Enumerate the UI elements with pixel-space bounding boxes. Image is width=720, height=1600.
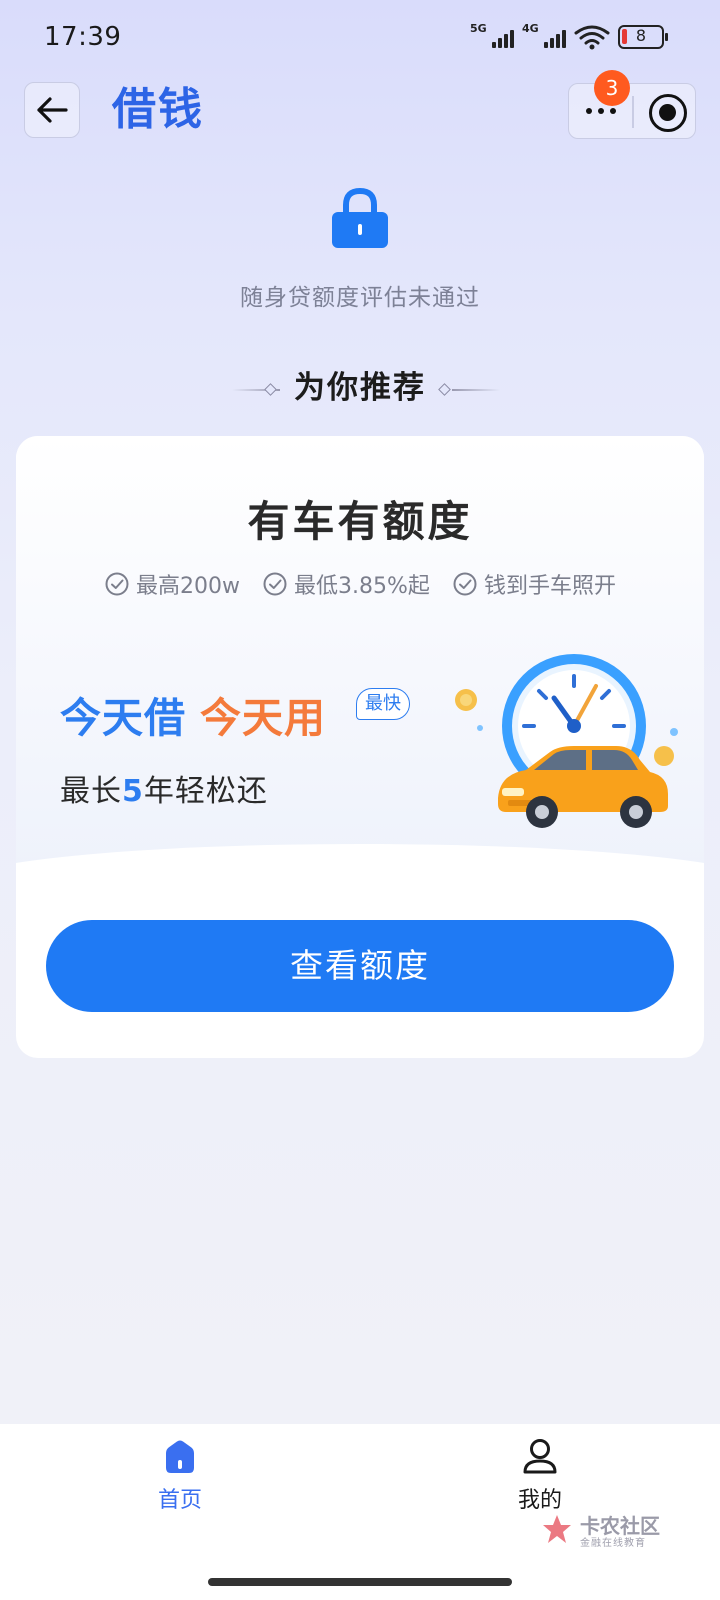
status-bar: 17:39 5G 4G 8 (0, 0, 720, 76)
assessment-status-text: 随身贷额度评估未通过 (240, 285, 480, 311)
watermark-subtext: 金融在线教育 (580, 1538, 646, 1549)
feature-item: 最低3.85%起 (262, 568, 430, 600)
tab-home-label: 首页 (157, 1488, 202, 1513)
tab-mine[interactable]: 我的 (480, 1436, 600, 1514)
watermark: 卡农社区 金融在线教育 (540, 1510, 670, 1550)
recommend-heading-text: 为你推荐 (294, 370, 426, 406)
battery-icon: 8 (618, 25, 668, 49)
status-icons: 5G 4G 8 (470, 22, 668, 50)
feature-label: 最低3.85%起 (294, 574, 430, 599)
arrow-left-icon (37, 97, 68, 123)
view-credit-limit-button[interactable]: 查看额度 (46, 920, 674, 1012)
wifi-icon (574, 25, 610, 50)
home-indicator[interactable] (208, 1578, 512, 1586)
watermark-logo-icon (543, 1515, 571, 1543)
repay-suffix: 年轻松还 (143, 774, 268, 809)
check-circle-icon (105, 572, 129, 596)
home-icon (166, 1440, 194, 1473)
back-button[interactable] (24, 82, 80, 138)
network-type-label: 4G (522, 22, 539, 35)
card-title: 有车有额度 (247, 497, 473, 546)
fastest-tag: 最快 (356, 688, 410, 720)
notification-badge: 3 (594, 70, 630, 106)
coin-icon (654, 746, 674, 766)
slogan: 今天借 今天用 (60, 684, 326, 744)
repay-term-text: 最长5年轻松还 (60, 766, 268, 810)
repay-years: 5 (122, 774, 144, 809)
feature-label: 钱到手车照开 (483, 574, 616, 599)
slogan-use-today: 今天用 (200, 694, 326, 742)
repay-prefix: 最长 (60, 774, 122, 809)
signal-5g-icon: 5G (470, 22, 514, 50)
close-mini-program-button[interactable] (649, 94, 687, 132)
battery-level: 8 (635, 26, 647, 45)
page-title: 借钱 (112, 84, 204, 135)
heading-divider-right (452, 389, 500, 391)
check-circle-icon (263, 572, 287, 596)
network-type-label: 5G (470, 22, 487, 35)
user-icon (523, 1439, 557, 1474)
feature-item: 最高200w (104, 568, 240, 600)
capsule-divider (632, 96, 634, 128)
feature-label: 最高200w (136, 574, 241, 599)
tab-home[interactable]: 首页 (120, 1436, 240, 1514)
check-circle-icon (453, 572, 477, 596)
feature-item: 钱到手车照开 (452, 568, 616, 600)
slogan-borrow-today: 今天借 (60, 694, 186, 742)
signal-4g-icon: 4G (522, 22, 566, 50)
car-clock-illustration (455, 654, 678, 828)
mini-program-capsule (568, 83, 696, 139)
lock-icon (332, 187, 388, 248)
feature-list: 最高200w 最低3.85%起 钱到手车照开 (16, 568, 704, 600)
product-card: 有车有额度 最高200w 最低3.85%起 钱到手车照开 今天借 今天用 最快 最… (16, 436, 704, 1058)
recommend-heading: 为你推荐 (0, 362, 720, 407)
status-time: 17:39 (44, 22, 122, 52)
